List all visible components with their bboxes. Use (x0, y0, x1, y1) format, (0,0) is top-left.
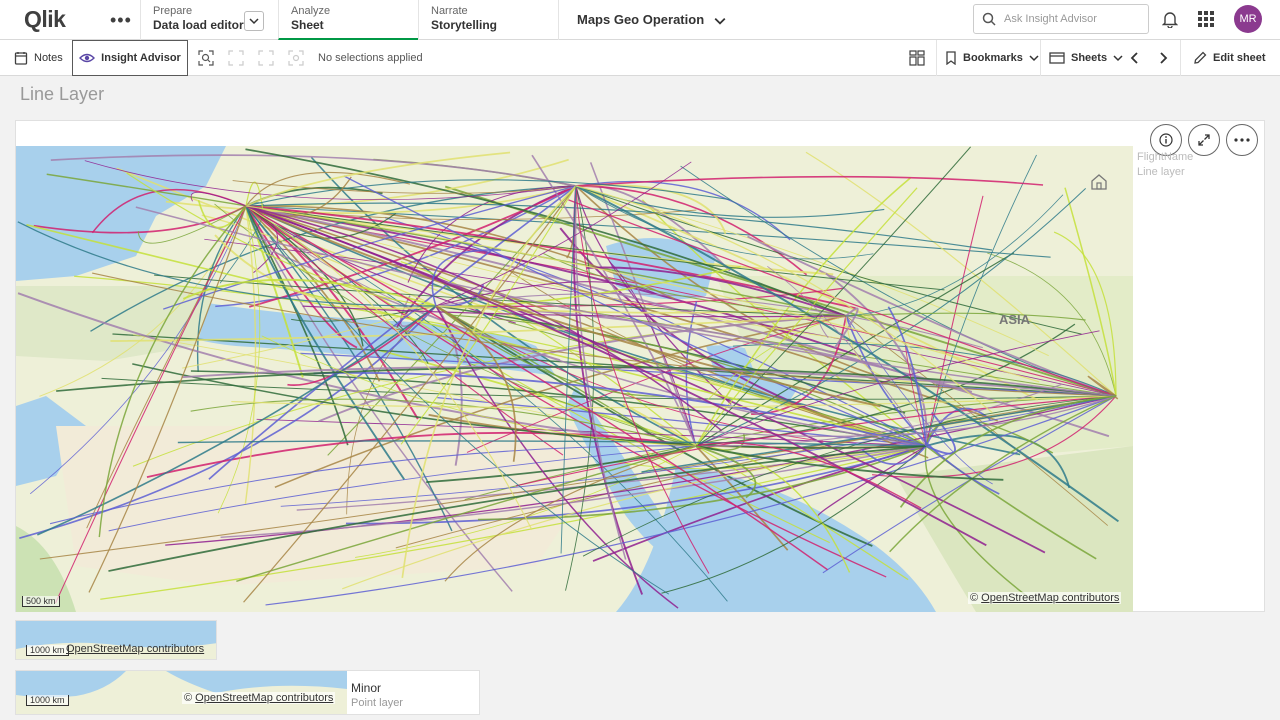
mini-map-object-2[interactable]: 1000 km © OpenStreetMap contributors Min… (15, 670, 480, 715)
legend-subtitle: Point layer (351, 697, 403, 709)
app-title-dropdown[interactable]: Maps Geo Operation (558, 0, 758, 40)
narrate-label: Narrate (431, 5, 468, 17)
step-back-icon (228, 50, 244, 66)
analyze-label: Analyze (291, 5, 331, 17)
chevron-down-icon (714, 17, 726, 25)
search-icon (982, 12, 996, 26)
search-input[interactable] (1004, 13, 1134, 25)
sheets-button[interactable]: Sheets (1040, 40, 1123, 76)
grid-view-icon (909, 50, 925, 66)
chevron-down-icon (1113, 55, 1123, 62)
insight-advisor-button[interactable]: Insight Advisor (72, 40, 188, 76)
more-icon[interactable]: ••• (110, 10, 132, 31)
tab-analyze[interactable]: Analyze Sheet (278, 0, 418, 40)
clear-selections-icon (288, 50, 304, 66)
openstreetmap-link[interactable]: OpenStreetMap contributors (981, 592, 1119, 604)
ask-insight-advisor-search[interactable] (973, 4, 1149, 34)
map-home-button[interactable] (1090, 173, 1108, 196)
openstreetmap-link[interactable]: OpenStreetMap contributors (66, 643, 204, 655)
legend-title: Minor (351, 681, 382, 695)
attribution-prefix: © (970, 592, 979, 604)
ellipsis-icon (1234, 138, 1250, 142)
sheet-grid-view-button[interactable] (909, 40, 925, 76)
smart-search-icon[interactable] (198, 50, 214, 66)
pencil-icon (1194, 51, 1207, 64)
openstreetmap-link[interactable]: OpenStreetMap contributors (195, 692, 333, 704)
map-canvas[interactable] (16, 146, 1133, 612)
map-region-label: ASIA (999, 312, 1031, 327)
mini-map-2-scale: 1000 km (26, 695, 69, 706)
logo-text: Qlik (24, 6, 66, 32)
user-avatar[interactable]: MR (1234, 5, 1262, 33)
expand-icon (1198, 134, 1210, 146)
chevron-left-icon (1130, 52, 1138, 64)
notes-button[interactable]: Notes (14, 40, 63, 76)
qlik-logo[interactable]: Qlik (24, 6, 66, 33)
step-forward-icon (258, 50, 274, 66)
map-svg (16, 146, 1133, 612)
insight-advisor-label: Insight Advisor (101, 52, 181, 64)
mini-map-2-attribution: © OpenStreetMap contributors (182, 692, 336, 704)
map-chart-panel: ASIA FlightName Line layer 500 km © Open… (15, 120, 1265, 612)
bookmarks-label: Bookmarks (963, 52, 1023, 64)
insight-advisor-icon (79, 53, 96, 63)
map-attribution: © OpenStreetMap contributors (968, 592, 1122, 604)
apps-grid-icon[interactable] (1198, 11, 1214, 27)
tab-narrate[interactable]: Narrate Storytelling (418, 0, 558, 40)
narrate-value: Storytelling (431, 18, 498, 32)
info-icon (1159, 133, 1173, 147)
mini-map-1-attribution: OpenStreetMap contributors (64, 643, 206, 655)
app-title: Maps Geo Operation (577, 12, 705, 27)
map-legend[interactable]: FlightName Line layer (1137, 151, 1193, 178)
notes-label: Notes (34, 52, 63, 64)
top-navigation: Qlik ••• Prepare Data load editor Analyz… (0, 0, 1280, 40)
mini-map-1-scale: 1000 km (26, 645, 69, 656)
mini-map-object-1[interactable]: 1000 km OpenStreetMap contributors (15, 620, 217, 660)
legend-subtitle: Line layer (1137, 166, 1185, 178)
analyze-value: Sheet (291, 18, 324, 32)
sheets-label: Sheets (1071, 52, 1108, 64)
sheet-title: Line Layer (20, 84, 105, 104)
map-scale-bar: 500 km (22, 596, 60, 607)
chevron-down-icon (249, 18, 259, 25)
chevron-down-icon (1029, 55, 1039, 62)
attribution-prefix: © (184, 692, 193, 704)
sheet-toolbar: Notes Insight Advisor No selections appl… (0, 40, 1280, 76)
sheets-icon (1049, 52, 1065, 64)
avatar-initials: MR (1239, 13, 1257, 25)
bookmark-icon (946, 51, 956, 65)
bookmarks-button[interactable]: Bookmarks (936, 40, 1039, 76)
chevron-right-icon (1160, 52, 1168, 64)
notifications-bell-icon[interactable] (1161, 10, 1179, 33)
previous-sheet-button[interactable] (1130, 40, 1140, 76)
more-options-button[interactable] (1226, 124, 1258, 156)
next-sheet-button[interactable] (1158, 40, 1168, 76)
edit-sheet-label: Edit sheet (1213, 52, 1266, 64)
prepare-dropdown-button[interactable] (244, 11, 264, 31)
no-selections-text: No selections applied (318, 52, 423, 64)
notes-icon (14, 52, 28, 65)
edit-sheet-button[interactable]: Edit sheet (1180, 40, 1266, 76)
mini-map-2-legend[interactable]: Minor Point layer (347, 671, 479, 714)
selections-status: No selections applied (318, 40, 423, 76)
selection-tools (198, 40, 304, 76)
home-icon (1091, 174, 1107, 190)
legend-title: FlightName (1137, 151, 1194, 163)
